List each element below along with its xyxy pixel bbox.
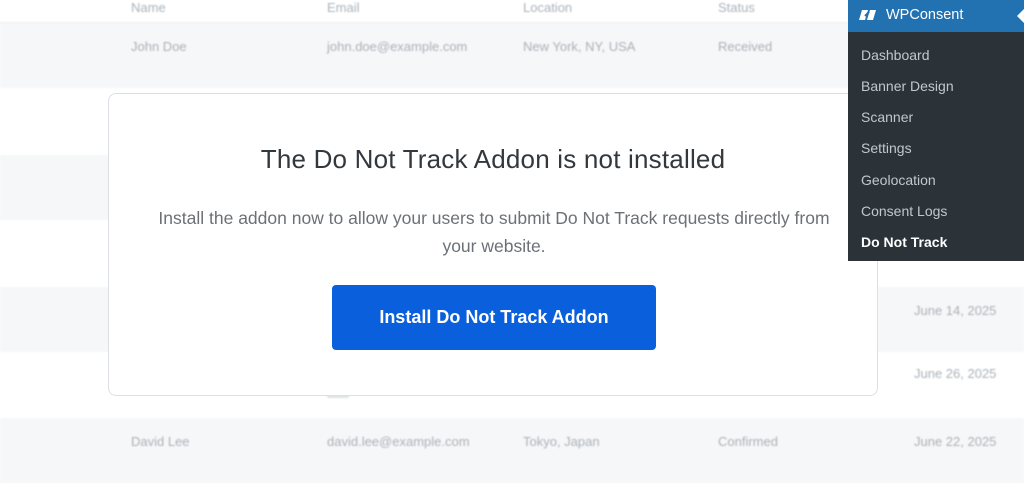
- submenu: Dashboard Banner Design Scanner Settings…: [848, 32, 1024, 261]
- install-addon-button[interactable]: Install Do Not Track Addon: [332, 285, 656, 350]
- cell-email: david.lee@example.com: [327, 434, 470, 449]
- menu-item-geolocation[interactable]: Geolocation: [861, 172, 936, 188]
- menu-item-settings[interactable]: Settings: [861, 140, 912, 156]
- cell-status: Received: [718, 39, 773, 54]
- table-row: David Lee david.lee@example.com Tokyo, J…: [0, 418, 1024, 483]
- column-header-name: Name: [131, 0, 166, 15]
- menu-item-banner-design[interactable]: Banner Design: [861, 78, 954, 94]
- cell-name: David Lee: [131, 434, 190, 449]
- column-header-email: Email: [327, 0, 360, 15]
- wpconsent-logo-icon: [859, 7, 879, 28]
- addon-not-installed-modal: The Do Not Track Addon is not installed …: [108, 93, 878, 396]
- cell-status: Confirmed: [718, 434, 778, 449]
- menu-item-do-not-track[interactable]: Do Not Track: [861, 234, 947, 250]
- cell-name: John Doe: [131, 39, 187, 54]
- cell-location: New York, NY, USA: [523, 39, 636, 54]
- menu-item-scanner[interactable]: Scanner: [861, 109, 913, 125]
- menu-title: WPConsent: [886, 7, 964, 23]
- menu-item-dashboard[interactable]: Dashboard: [861, 47, 930, 63]
- menu-item-consent-logs[interactable]: Consent Logs: [861, 203, 947, 219]
- cell-location: Tokyo, Japan: [523, 434, 600, 449]
- current-menu-arrow-icon: [1017, 8, 1024, 24]
- cell-email: john.doe@example.com: [327, 39, 468, 54]
- admin-sidebar-menu: WPConsent Dashboard Banner Design Scanne…: [848, 0, 1024, 261]
- modal-title: The Do Not Track Addon is not installed: [260, 144, 726, 174]
- cell-date: June 22, 2025: [914, 434, 997, 449]
- cell-date: June 14, 2025: [914, 303, 997, 318]
- modal-description: Install the addon now to allow your user…: [158, 208, 830, 256]
- menu-header-wpconsent[interactable]: WPConsent: [848, 0, 1024, 32]
- column-header-location: Location: [523, 0, 573, 15]
- cell-date: June 26, 2025: [914, 366, 997, 381]
- column-header-status: Status: [718, 0, 755, 15]
